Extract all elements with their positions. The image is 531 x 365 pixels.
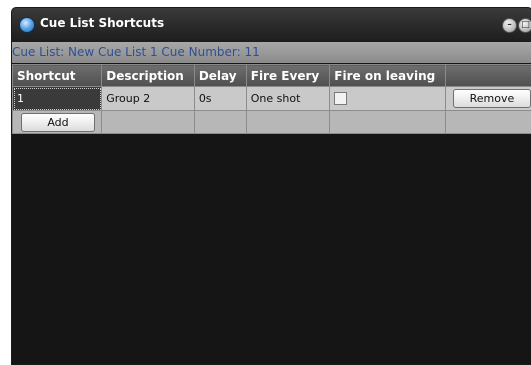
shortcut-cell[interactable]: 1 [13, 87, 102, 111]
cue-info-bar: Cue List: New Cue List 1 Cue Number: 11 [12, 42, 531, 63]
cue-list-shortcuts-window: Cue List Shortcuts – □ × Cue List: New C… [11, 7, 531, 365]
column-header-delay[interactable]: Delay [194, 65, 246, 87]
minimize-icon[interactable]: – [502, 18, 517, 33]
column-header-fire-every[interactable]: Fire Every [246, 65, 330, 87]
add-button[interactable]: Add [21, 113, 95, 132]
empty-cell [102, 111, 195, 134]
empty-cell [246, 111, 330, 134]
empty-cell [194, 111, 246, 134]
table-row: 1 Group 2 0s One shot Remove [13, 87, 531, 111]
column-header-fire-on-leaving[interactable]: Fire on leaving [330, 65, 446, 87]
cue-info-text: Cue List: New Cue List 1 Cue Number: 11 [12, 45, 260, 59]
maximize-icon[interactable]: □ [518, 18, 531, 33]
add-cell: Add [13, 111, 102, 134]
app-globe-icon [19, 17, 35, 33]
remove-button[interactable]: Remove [453, 89, 531, 108]
remove-cell: Remove [445, 87, 531, 111]
description-cell[interactable]: Group 2 [102, 87, 195, 111]
add-row: Add [13, 111, 531, 134]
shortcuts-table: Shortcut Description Delay Fire Every Fi… [12, 64, 531, 134]
column-header-actions [445, 65, 531, 87]
empty-cell [330, 111, 446, 134]
window-title: Cue List Shortcuts [40, 16, 164, 30]
column-header-description[interactable]: Description [102, 65, 195, 87]
fire-on-leaving-checkbox[interactable] [334, 92, 347, 105]
title-bar[interactable]: Cue List Shortcuts – □ × [12, 8, 531, 42]
delay-cell[interactable]: 0s [194, 87, 246, 111]
fire-on-leaving-cell [330, 87, 446, 111]
empty-cell [445, 111, 531, 134]
column-header-shortcut[interactable]: Shortcut [13, 65, 102, 87]
fire-every-cell[interactable]: One shot [246, 87, 330, 111]
table-header-row: Shortcut Description Delay Fire Every Fi… [13, 65, 531, 87]
